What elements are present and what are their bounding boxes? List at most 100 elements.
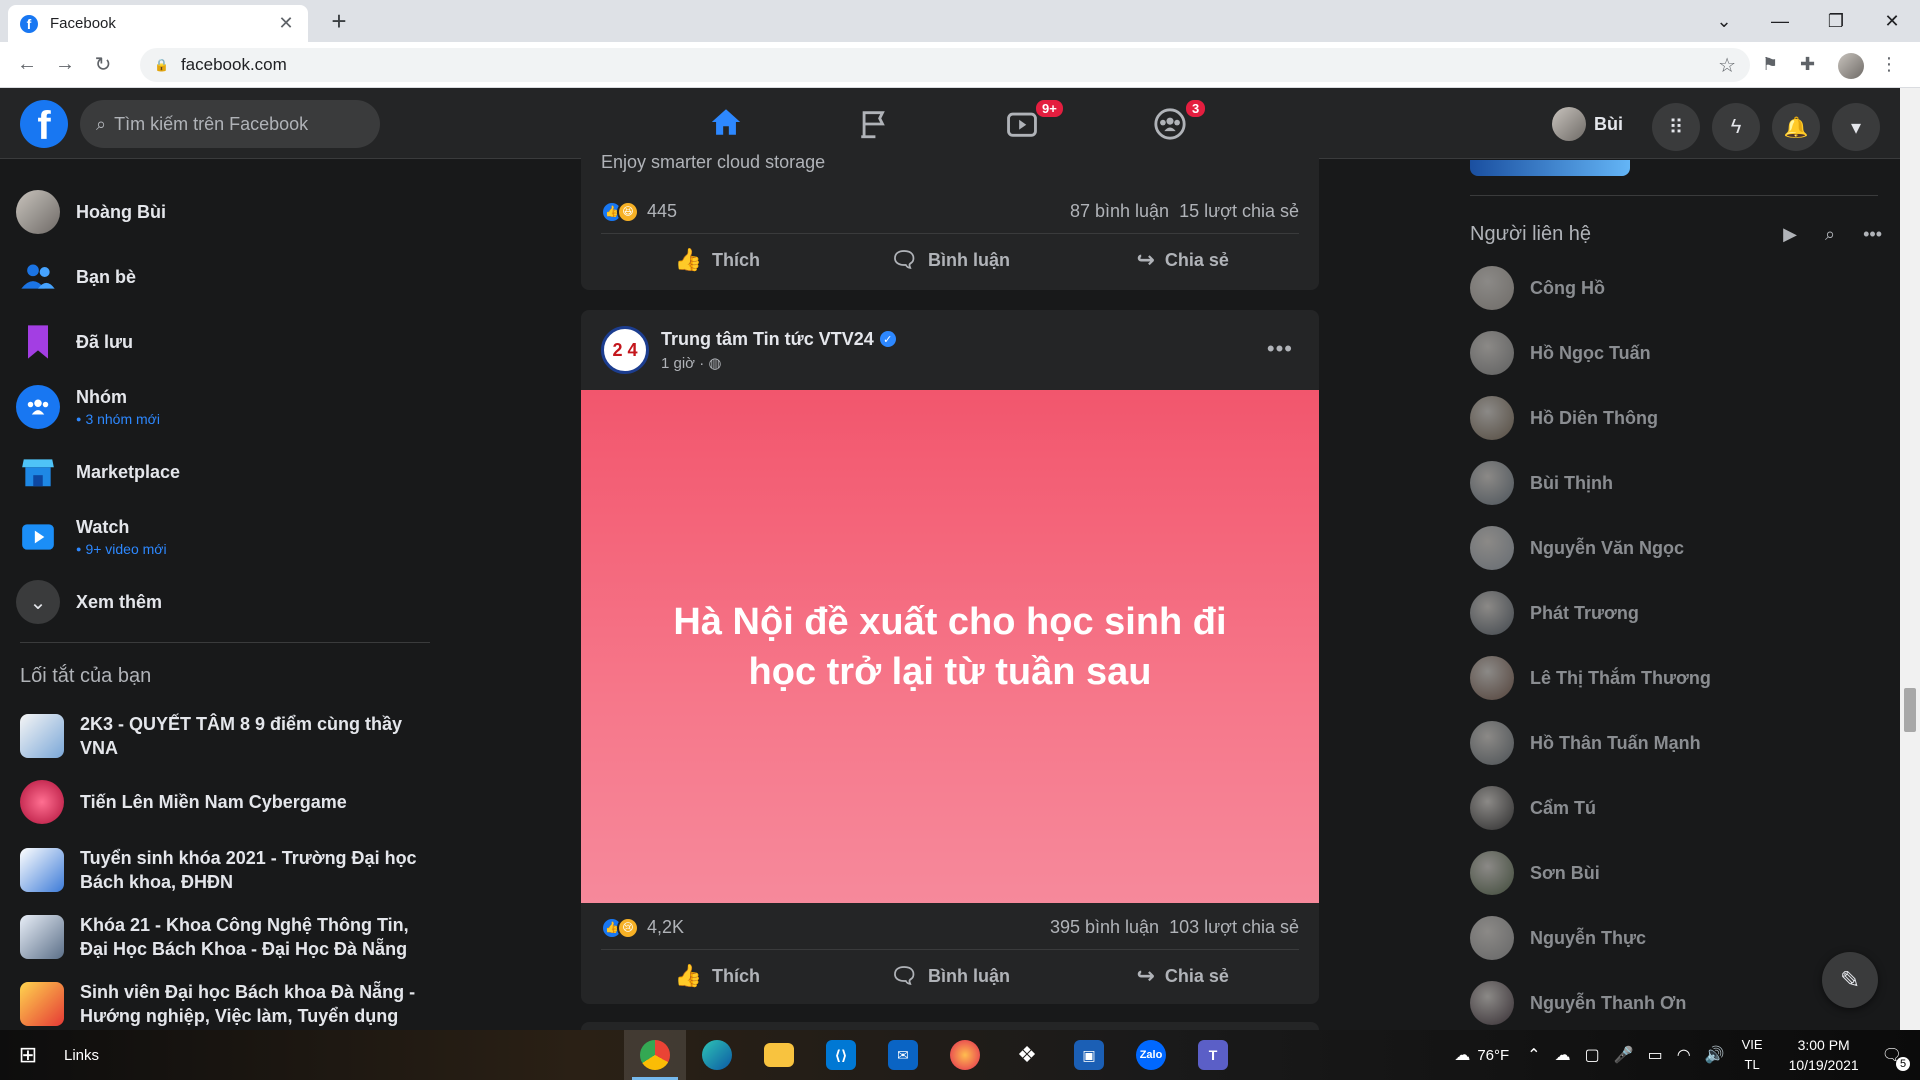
- browser-tab-facebook[interactable]: f Facebook ✕: [8, 5, 308, 42]
- sidebar-item-see-more[interactable]: ⌄ Xem thêm: [16, 572, 162, 632]
- extension-pin-icon[interactable]: ⚑: [1762, 54, 1778, 75]
- sidebar-item-watch[interactable]: Watch 9+ video mới: [16, 507, 167, 567]
- taskbar-app-blue[interactable]: ▣: [1058, 1030, 1120, 1080]
- back-icon[interactable]: ←: [8, 53, 46, 76]
- sidebar-item-saved[interactable]: Đã lưu: [16, 312, 133, 372]
- page-avatar[interactable]: 2 4: [601, 326, 649, 374]
- minimize-icon[interactable]: —: [1752, 11, 1808, 32]
- new-room-video-icon[interactable]: ▶: [1783, 224, 1797, 245]
- taskbar-file-explorer[interactable]: [748, 1030, 810, 1080]
- url-text[interactable]: facebook.com: [181, 55, 1718, 75]
- contact-item[interactable]: Nguyễn Văn Ngọc: [1470, 522, 1684, 574]
- comment-count[interactable]: 87 bình luận: [1070, 201, 1169, 222]
- more-options-icon[interactable]: •••: [1863, 224, 1882, 245]
- more-options-icon[interactable]: •••: [1267, 336, 1293, 362]
- windows-start-icon[interactable]: ⊞: [0, 1042, 56, 1068]
- taskbar-teams[interactable]: T: [1182, 1030, 1244, 1080]
- facebook-logo-icon[interactable]: f: [20, 100, 68, 148]
- wifi-icon[interactable]: ◠: [1677, 1045, 1691, 1065]
- contact-item[interactable]: Hồ Thân Tuấn Mạnh: [1470, 717, 1701, 769]
- comment-button[interactable]: 🗨 Bình luận: [834, 236, 1067, 284]
- browser-profile-avatar[interactable]: [1838, 53, 1864, 79]
- comment-count[interactable]: 395 bình luận: [1050, 917, 1159, 938]
- like-button[interactable]: 👍 Thích: [601, 952, 834, 1000]
- shortcut-item[interactable]: Tuyển sinh khóa 2021 - Trường Đại học Bá…: [20, 846, 430, 894]
- account-button[interactable]: ▾: [1832, 103, 1880, 151]
- microphone-icon[interactable]: 🎤: [1614, 1045, 1634, 1065]
- page-name[interactable]: Trung tâm Tin tức VTV24: [661, 329, 874, 350]
- contact-item[interactable]: Lê Thị Thắm Thương: [1470, 652, 1711, 704]
- profile-dropdown-icon[interactable]: ⌄: [1696, 11, 1752, 32]
- shortcut-item[interactable]: Tiến Lên Miền Nam Cybergame: [20, 780, 430, 824]
- taskbar-vscode[interactable]: ⟨⟩: [810, 1030, 872, 1080]
- bookmark-star-icon[interactable]: ☆: [1718, 53, 1736, 78]
- new-message-button[interactable]: ✎: [1822, 952, 1878, 1008]
- window-close-icon[interactable]: ✕: [1864, 11, 1920, 32]
- facebook-search[interactable]: ⌕: [80, 100, 380, 148]
- tab-close-icon[interactable]: ✕: [276, 13, 296, 34]
- new-tab-button[interactable]: +: [324, 8, 354, 34]
- taskbar-zalo[interactable]: Zalo: [1120, 1030, 1182, 1080]
- reload-icon[interactable]: ↻: [84, 52, 122, 77]
- search-input[interactable]: [114, 113, 355, 135]
- clock[interactable]: 3:00 PM 10/19/2021: [1789, 1035, 1859, 1075]
- sidebar-item-profile[interactable]: Hoàng Bùi: [16, 182, 166, 242]
- menu-button[interactable]: ⠿: [1652, 103, 1700, 151]
- contact-item[interactable]: Sơn Bùi: [1470, 847, 1600, 899]
- comment-button[interactable]: 🗨 Bình luận: [834, 952, 1067, 1000]
- battery-icon[interactable]: ▭: [1648, 1045, 1663, 1065]
- scrollbar-thumb[interactable]: [1904, 688, 1916, 732]
- volume-icon[interactable]: 🔊: [1705, 1045, 1725, 1065]
- contact-item[interactable]: Hồ Diên Thông: [1470, 392, 1658, 444]
- taskbar-dropbox[interactable]: ❖: [996, 1030, 1058, 1080]
- weather-temp[interactable]: 76°F: [1477, 1047, 1509, 1064]
- taskbar-chrome[interactable]: [624, 1030, 686, 1080]
- contact-item[interactable]: Nguyễn Thanh Ơn: [1470, 977, 1686, 1029]
- share-button[interactable]: ↪ Chia sẻ: [1066, 236, 1299, 284]
- like-button[interactable]: 👍 Thích: [601, 236, 834, 284]
- sidebar-item-marketplace[interactable]: Marketplace: [16, 442, 180, 502]
- shortcut-item[interactable]: Sinh viên Đại học Bách khoa Đà Nẵng - Hư…: [20, 980, 430, 1028]
- links-toolbar[interactable]: Links: [64, 1047, 99, 1064]
- contact-item[interactable]: Hồ Ngọc Tuấn: [1470, 327, 1651, 379]
- reaction-count[interactable]: 445: [647, 201, 1070, 222]
- show-hidden-icons-icon[interactable]: ⌃: [1527, 1045, 1540, 1065]
- restore-icon[interactable]: ❐: [1808, 11, 1864, 32]
- sidebar-item-friends[interactable]: Bạn bè: [16, 247, 136, 307]
- weather-cloud-icon[interactable]: ☁: [1454, 1045, 1470, 1065]
- messenger-button[interactable]: ϟ: [1712, 103, 1760, 151]
- shortcut-item[interactable]: Khóa 21 - Khoa Công Nghệ Thông Tin, Đại …: [20, 913, 430, 961]
- reaction-count[interactable]: 4,2K: [647, 917, 1050, 938]
- contact-item[interactable]: Phát Trương: [1470, 587, 1639, 639]
- lock-icon[interactable]: 🔒: [154, 58, 169, 72]
- page-scrollbar[interactable]: [1900, 88, 1920, 1030]
- share-count[interactable]: 103 lượt chia sẻ: [1169, 917, 1299, 938]
- post-image[interactable]: Hà Nội đề xuất cho học sinh đi học trở l…: [581, 390, 1319, 903]
- notification-center-icon[interactable]: 🗨 5: [1882, 1045, 1910, 1071]
- sidebar-item-groups[interactable]: Nhóm 3 nhóm mới: [16, 377, 160, 437]
- contact-item[interactable]: Bùi Thịnh: [1470, 457, 1613, 509]
- reactions[interactable]: 👍 😢: [601, 916, 639, 939]
- taskbar-edge[interactable]: [686, 1030, 748, 1080]
- forward-icon[interactable]: →: [46, 53, 84, 76]
- contact-item[interactable]: Cẩm Tú: [1470, 782, 1596, 834]
- notifications-button[interactable]: 🔔: [1772, 103, 1820, 151]
- taskbar-firefox[interactable]: [934, 1030, 996, 1080]
- taskbar-mail[interactable]: ✉: [872, 1030, 934, 1080]
- post-time[interactable]: 1 giờ ·: [661, 355, 708, 372]
- address-bar[interactable]: 🔒 facebook.com ☆: [140, 48, 1750, 82]
- profile-chip[interactable]: Bùi: [1548, 102, 1631, 146]
- contact-item[interactable]: Nguyễn Thực: [1470, 912, 1646, 964]
- sponsored-image[interactable]: [1470, 160, 1630, 176]
- share-button[interactable]: ↪ Chia sẻ: [1066, 952, 1299, 1000]
- device-icon[interactable]: ▢: [1585, 1045, 1600, 1065]
- onedrive-icon[interactable]: ☁: [1555, 1045, 1571, 1065]
- browser-menu-icon[interactable]: ⋮: [1880, 54, 1898, 75]
- reactions[interactable]: 👍 😆: [601, 200, 639, 223]
- search-icon[interactable]: ⌕: [1825, 224, 1835, 245]
- shortcut-item[interactable]: 2K3 - QUYẾT TÂM 8 9 điểm cùng thầy VNA: [20, 712, 430, 760]
- input-language[interactable]: VIE TL: [1742, 1035, 1763, 1075]
- extensions-puzzle-icon[interactable]: ✚: [1800, 54, 1815, 75]
- share-count[interactable]: 15 lượt chia sẻ: [1179, 201, 1299, 222]
- contact-item[interactable]: Công Hồ: [1470, 262, 1605, 314]
